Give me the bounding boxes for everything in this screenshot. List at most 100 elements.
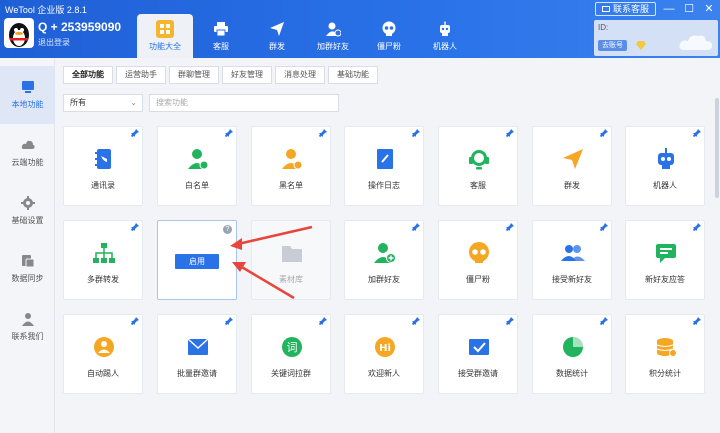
feature-card[interactable]: 数据统计 [532,314,612,394]
pin-icon[interactable] [693,223,701,231]
tab-group-management[interactable]: 群聊管理 [169,66,219,84]
keyword-icon: 词 [282,337,302,357]
logout-link[interactable]: 退出登录 [38,37,70,48]
pin-icon[interactable] [319,129,327,137]
tab-basic-functions[interactable]: 基础功能 [328,66,378,84]
app-title: WeTool 企业版 2.8.1 [5,5,87,15]
feature-card-label: 新好友应答 [645,275,685,284]
feature-card[interactable]: 批量群邀请 [157,314,237,394]
minimize-button[interactable]: — [662,2,676,16]
feature-card[interactable]: 白名单 [157,126,237,206]
sidebar-item-local-features[interactable]: 本地功能 [0,66,55,124]
tab-label: 客服 [213,42,229,51]
feature-card-selected[interactable]: ? 启用 [157,220,237,300]
category-select[interactable]: 所有 ⌄ [63,94,143,112]
avatar[interactable] [4,18,34,48]
sidebar-item-contact-us[interactable]: 联系我们 [0,298,55,356]
log-book-icon [377,149,393,169]
pin-icon[interactable] [412,223,420,231]
tab-all-features[interactable]: 功能大全 [137,14,193,58]
pin-icon[interactable] [225,129,233,137]
grid-icon [156,20,174,38]
feature-card[interactable]: 素材库 [251,220,331,300]
accept-invite-icon [469,339,489,355]
screen-icon [601,5,610,12]
pin-icon[interactable] [600,317,608,325]
tab-operations-assistant[interactable]: 运营助手 [116,66,166,84]
feature-card[interactable]: 接受群邀请 [438,314,518,394]
feature-card-label: 通讯录 [91,181,115,190]
pin-icon[interactable] [412,317,420,325]
feature-card[interactable]: 加群好友 [344,220,424,300]
pin-icon[interactable] [506,223,514,231]
feature-card[interactable]: 新好友应答 [625,220,705,300]
chevron-down-icon: ⌄ [130,98,137,107]
contact-support-button[interactable]: 联系客服 [594,2,656,16]
person-icon [21,313,34,326]
mail-invite-icon [187,338,209,355]
feature-card[interactable]: 机器人 [625,126,705,206]
feature-card[interactable]: 自动踢人 [63,314,143,394]
feature-card[interactable]: 通讯录 [63,126,143,206]
tab-zombie-fans[interactable]: 僵尸粉 [361,14,417,58]
pin-icon[interactable] [600,223,608,231]
sidebar-item-data-sync[interactable]: 数据同步 [0,240,55,298]
pin-icon[interactable] [693,317,701,325]
tab-label: 僵尸粉 [377,42,401,51]
feature-card[interactable]: 词关键词拉群 [251,314,331,394]
tab-mass-send[interactable]: 群发 [249,14,305,58]
restore-button[interactable]: ☐ [682,2,696,16]
skull-icon [380,20,398,38]
headset-icon [469,150,489,170]
feature-card[interactable]: 客服 [438,126,518,206]
pin-icon[interactable] [600,129,608,137]
pin-icon[interactable] [131,129,139,137]
tab-customer-service[interactable]: 客服 [193,14,249,58]
pin-icon[interactable] [412,129,420,137]
account-badge[interactable]: 去账号 [598,40,627,51]
feature-card[interactable]: 操作日志 [344,126,424,206]
pin-icon[interactable] [506,317,514,325]
send-icon [563,149,583,169]
sidebar-item-basic-settings[interactable]: 基础设置 [0,182,55,240]
tab-robot[interactable]: 机器人 [417,14,473,58]
feature-card[interactable]: 群发 [532,126,612,206]
help-icon[interactable]: ? [223,225,232,234]
whitelist-user-icon [188,149,209,170]
pin-icon[interactable] [131,317,139,325]
pin-icon[interactable] [225,317,233,325]
blacklist-user-icon [282,149,303,170]
hi-icon: Hi [375,337,395,357]
feature-card[interactable]: Hi 欢迎新人 [344,314,424,394]
pin-icon[interactable] [693,129,701,137]
feature-grid: 通讯录 白名单 黑名单 操作日志 客服 群发 机器人多群转发? 启用 素材库 加群好友 僵尸粉 接受新… [63,126,720,433]
printer-icon [212,20,230,38]
sidebar-item-cloud-features[interactable]: 云端功能 [0,124,55,182]
tab-message-processing[interactable]: 消息处理 [275,66,325,84]
feature-card[interactable]: 积分统计 [625,314,705,394]
enable-button[interactable]: 启用 [175,254,219,269]
scrollbar-thumb[interactable] [715,98,719,198]
feature-card-label: 加群好友 [368,275,400,284]
feature-card-label: 白名单 [185,181,209,190]
feature-card[interactable]: 多群转发 [63,220,143,300]
kick-user-icon [94,337,114,357]
tab-all-functions[interactable]: 全部功能 [63,66,113,84]
penguin-icon [9,23,29,47]
contact-support-label: 联系客服 [612,4,649,14]
scrollbar[interactable] [714,58,720,433]
tab-friend-management[interactable]: 好友管理 [222,66,272,84]
sidebar-item-label: 本地功能 [11,100,44,109]
diamond-icon [636,41,646,50]
feature-card[interactable]: 黑名单 [251,126,331,206]
close-button[interactable]: ✕ [702,2,716,16]
pin-icon[interactable] [319,317,327,325]
pin-icon[interactable] [131,223,139,231]
feature-card[interactable]: 僵尸粉 [438,220,518,300]
user-panel[interactable]: ID: 去账号 [594,20,718,56]
feature-card-label: 批量群邀请 [177,369,217,378]
feature-card[interactable]: 接受新好友 [532,220,612,300]
pin-icon[interactable] [506,129,514,137]
tab-add-group-friends[interactable]: 加群好友 [305,14,361,58]
search-input[interactable]: 搜索功能 [149,94,339,112]
